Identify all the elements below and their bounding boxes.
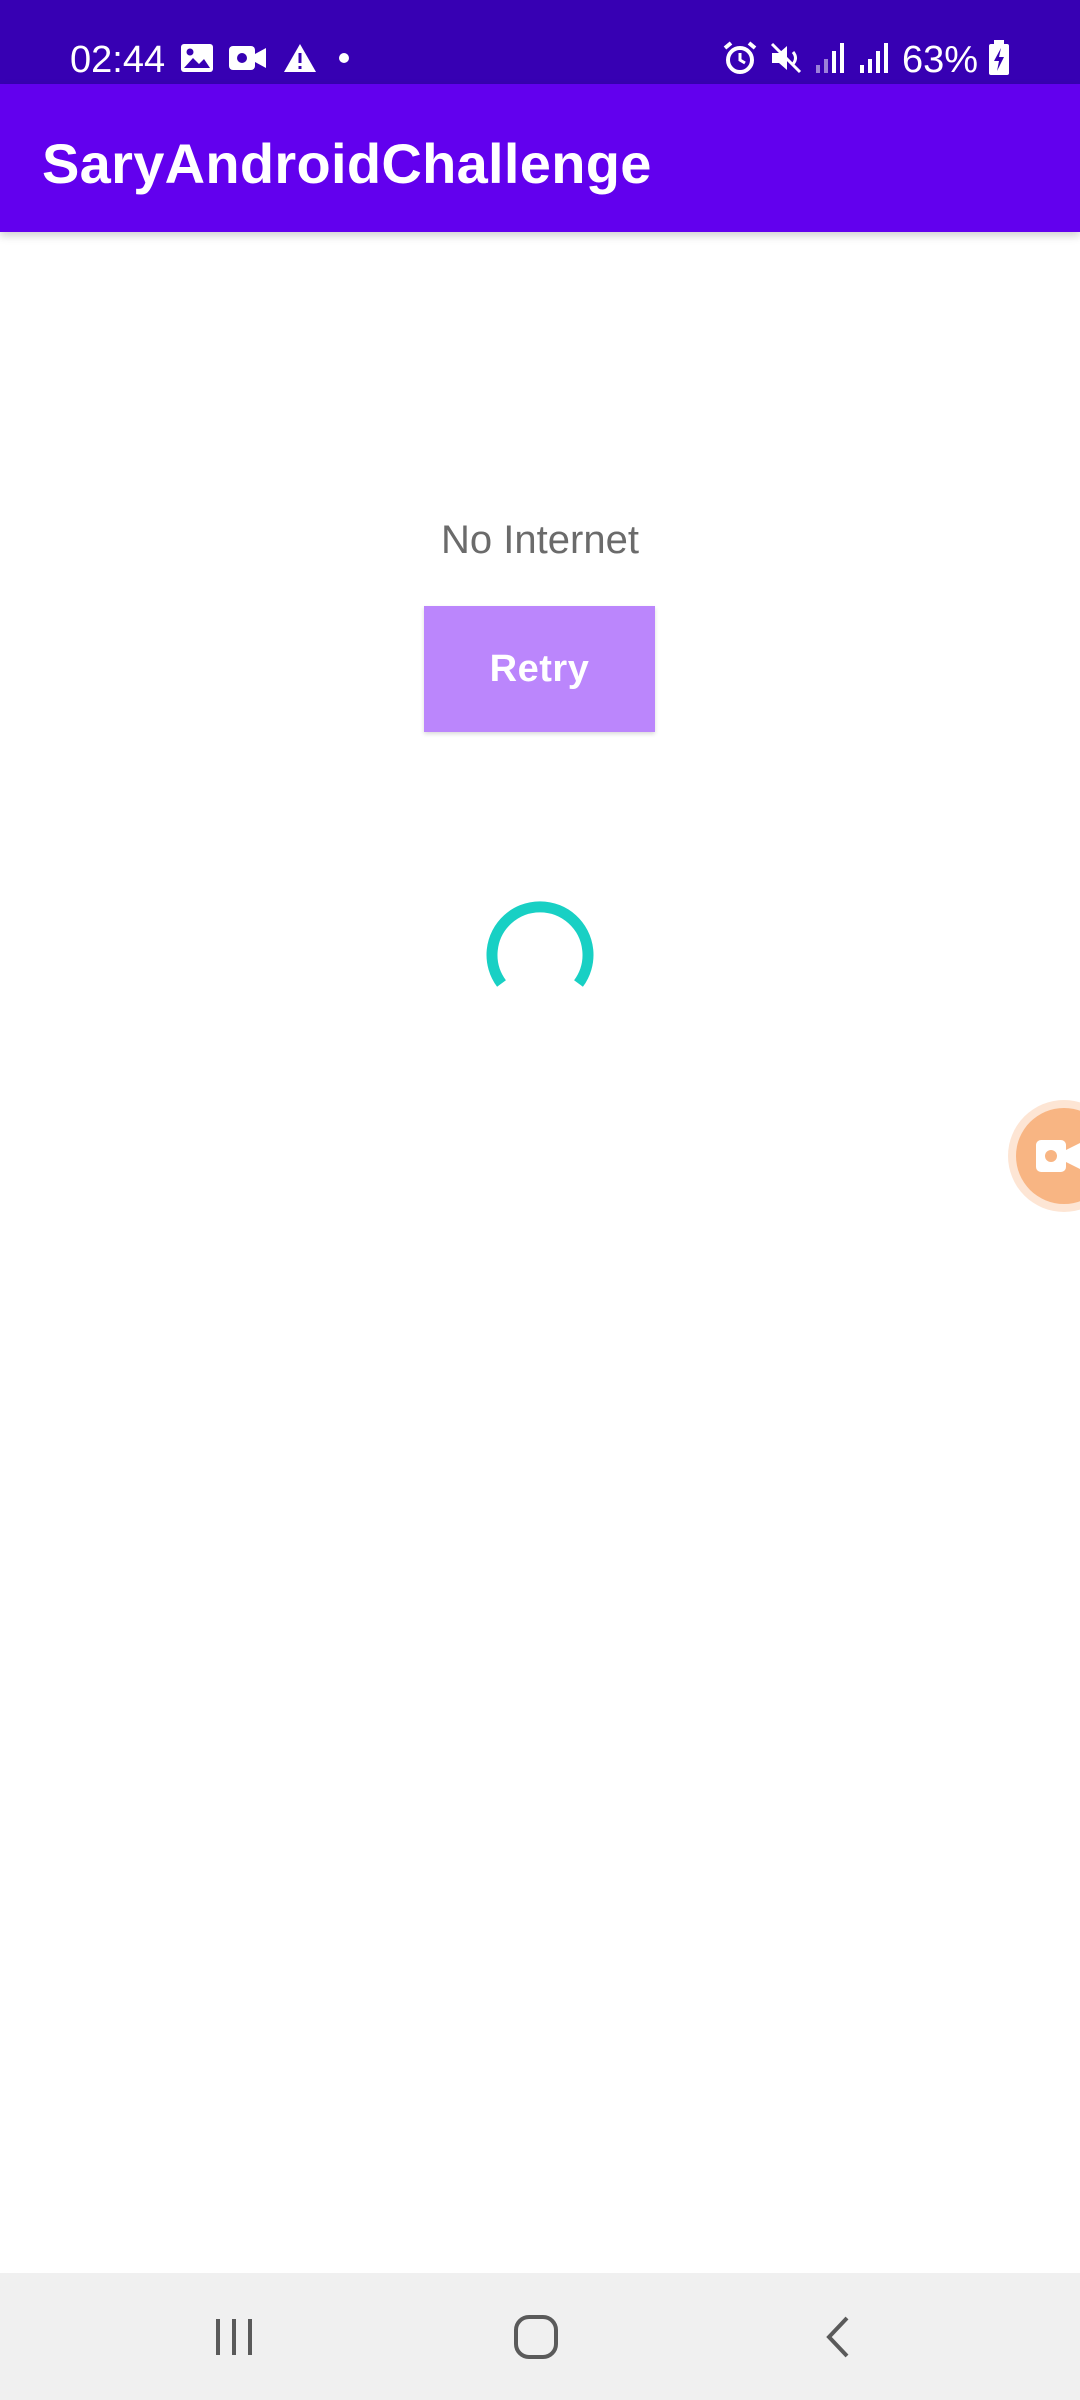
- status-system-icons: 63%: [722, 36, 1010, 84]
- no-internet-message: No Internet: [441, 518, 639, 562]
- home-icon: [513, 2314, 559, 2365]
- video-camera-icon: [228, 44, 268, 77]
- screen-recorder-icon: [1036, 1138, 1080, 1179]
- back-icon: [823, 2314, 853, 2365]
- back-button[interactable]: [798, 2299, 878, 2379]
- status-time: 02:44: [70, 39, 166, 81]
- battery-percent: 63%: [901, 39, 978, 81]
- screen-recorder-bubble[interactable]: [1016, 1108, 1080, 1204]
- battery-charging-icon: [988, 39, 1010, 81]
- alarm-icon: [722, 40, 758, 81]
- loading-spinner-icon: [484, 896, 596, 1008]
- navigation-bar: [0, 2273, 1080, 2400]
- retry-button[interactable]: Retry: [424, 606, 655, 732]
- dot-icon: [332, 51, 356, 69]
- status-bar: 02:44 63%: [0, 0, 1080, 84]
- signal-icon: [858, 41, 892, 80]
- gallery-icon: [180, 43, 214, 78]
- app-bar: SaryAndroidChallenge: [0, 84, 1080, 232]
- mute-icon: [768, 40, 804, 81]
- app-title: SaryAndroidChallenge: [42, 132, 652, 195]
- recents-button[interactable]: [194, 2299, 274, 2379]
- warning-icon: [282, 42, 318, 79]
- signal-icon: [814, 41, 848, 80]
- home-button[interactable]: [496, 2299, 576, 2379]
- recents-icon: [212, 2317, 256, 2362]
- status-notification-icons: [180, 40, 356, 80]
